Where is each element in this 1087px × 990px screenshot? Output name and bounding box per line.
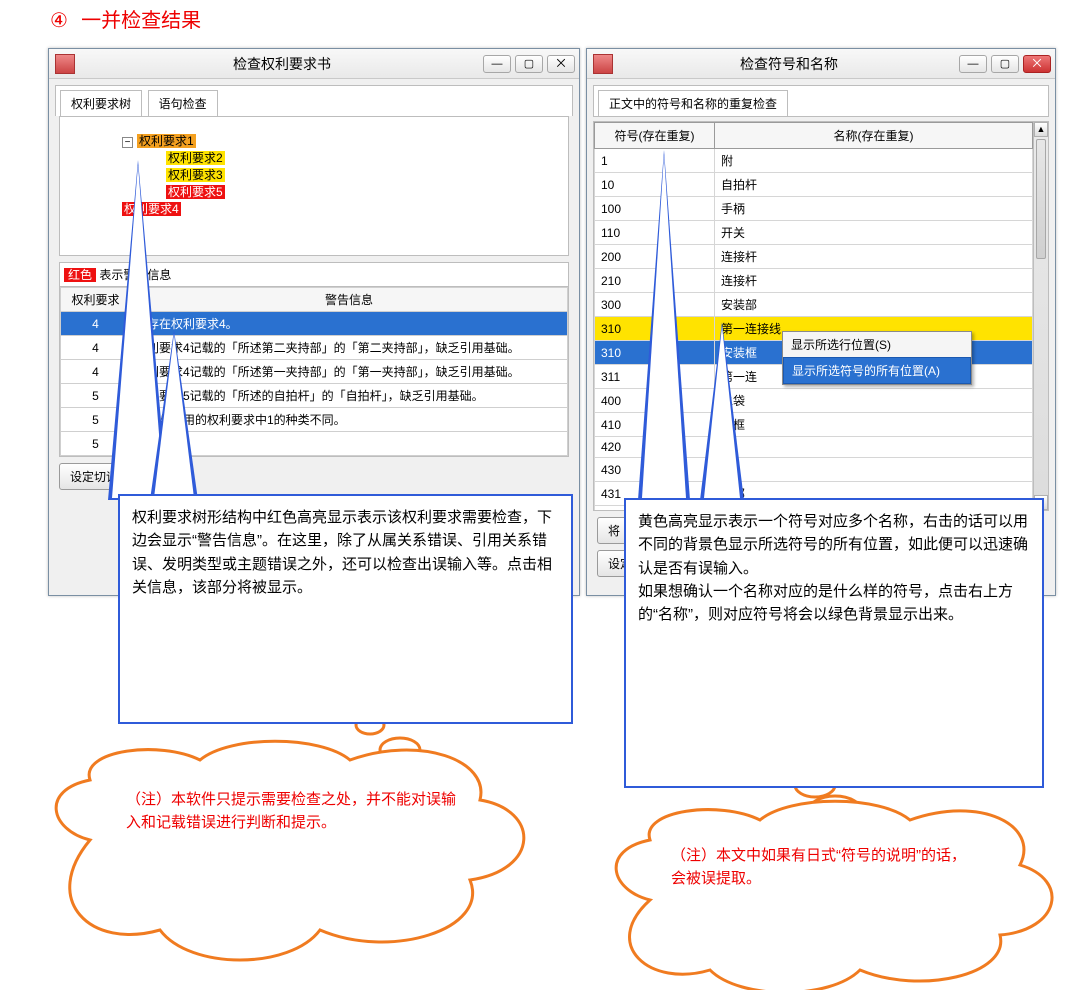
scroll-thumb[interactable] bbox=[1036, 139, 1046, 259]
callout-right: 黄色高亮显示表示一个符号对应多个名称，右击的话可以用不同的背景色显示所选符号的所… bbox=[624, 498, 1044, 788]
section-title: 一并检查结果 bbox=[81, 10, 201, 32]
tree-node-claim3[interactable]: 权利要求3 bbox=[166, 168, 225, 182]
titlebar-right: 检查符号和名称 — ▢ ⨉ bbox=[587, 49, 1055, 79]
titlebar-left: 检查权利要求书 — ▢ ⨉ bbox=[49, 49, 579, 79]
callout-left: 权利要求树形结构中红色高亮显示表示该权利要求需要检查，下边会显示“警告信息”。在… bbox=[118, 494, 573, 724]
ctx-show-row-position[interactable]: 显示所选行位置(S) bbox=[783, 332, 971, 357]
col-name[interactable]: 名称(存在重复) bbox=[715, 123, 1033, 149]
tab-sentence-check[interactable]: 语句检查 bbox=[148, 90, 218, 116]
tab-claim-tree[interactable]: 权利要求树 bbox=[60, 90, 142, 116]
cell-name: 开关 bbox=[715, 221, 1033, 245]
cloud-note-right: （注）本文中如果有日式“符号的说明”的话，会被误提取。 bbox=[671, 844, 971, 891]
maximize-button[interactable]: ▢ bbox=[991, 55, 1019, 73]
col-warning[interactable]: 警告信息 bbox=[131, 288, 568, 312]
tree-node-claim5[interactable]: 权利要求5 bbox=[166, 185, 225, 199]
col-symbol[interactable]: 符号(存在重复) bbox=[595, 123, 715, 149]
tree-node-claim2[interactable]: 权利要求2 bbox=[166, 151, 225, 165]
cell-name: 装框 bbox=[715, 413, 1033, 437]
pointer bbox=[150, 330, 198, 500]
tab-symbol-dup[interactable]: 正文中的符号和名称的重复检查 bbox=[598, 90, 788, 116]
context-menu[interactable]: 显示所选行位置(S) 显示所选符号的所有位置(A) bbox=[782, 331, 972, 385]
section-header: ④ 一并检查结果 bbox=[48, 4, 201, 33]
close-button[interactable]: ⨉ bbox=[547, 55, 575, 73]
cloud-note-left: （注）本软件只提示需要检查之处，并不能对误输入和记载错误进行判断和提示。 bbox=[126, 788, 466, 835]
tree-toggle-icon[interactable]: − bbox=[122, 137, 133, 148]
window-title: 检查符号和名称 bbox=[619, 54, 959, 74]
pointer bbox=[638, 150, 690, 500]
scroll-up-icon[interactable]: ▲ bbox=[1034, 122, 1048, 137]
vertical-scrollbar[interactable]: ▲ ▼ bbox=[1033, 122, 1048, 510]
tree-node-claim1[interactable]: 权利要求1 bbox=[137, 134, 196, 148]
app-icon bbox=[593, 54, 613, 74]
cell-name: 连接杆 bbox=[715, 245, 1033, 269]
window-title: 检查权利要求书 bbox=[81, 54, 483, 74]
cell-name: 连接杆 bbox=[715, 269, 1033, 293]
minimize-button[interactable]: — bbox=[959, 55, 987, 73]
legend-red-chip: 红色 bbox=[64, 268, 96, 282]
app-icon bbox=[55, 54, 75, 74]
cell-name: 手柄 bbox=[715, 197, 1033, 221]
cell-name: 缝 bbox=[715, 458, 1033, 482]
minimize-button[interactable]: — bbox=[483, 55, 511, 73]
cell-name: 附 bbox=[715, 149, 1033, 173]
cell-name: 自拍杆 bbox=[715, 173, 1033, 197]
ctx-show-all-positions[interactable]: 显示所选符号的所有位置(A) bbox=[783, 357, 971, 384]
cell-name bbox=[715, 437, 1033, 458]
pointer bbox=[700, 322, 744, 500]
cell-name: 水袋 bbox=[715, 389, 1033, 413]
cell-name: 安装部 bbox=[715, 293, 1033, 317]
close-button[interactable]: ⨉ bbox=[1023, 55, 1051, 73]
maximize-button[interactable]: ▢ bbox=[515, 55, 543, 73]
section-number: ④ bbox=[48, 8, 70, 33]
